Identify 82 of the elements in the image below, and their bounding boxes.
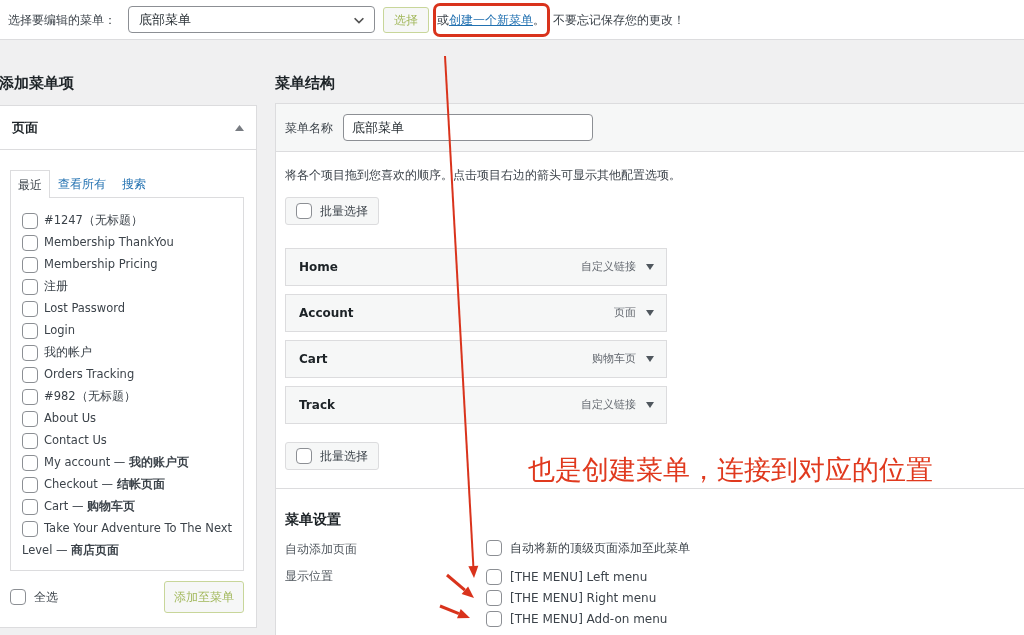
annotation-text: 也是创建菜单，连接到对应的位置 [528,453,933,487]
page-label: 我的帐户 [44,344,92,362]
checkbox[interactable] [22,411,38,427]
field-label: 选择要编辑的菜单： [8,11,116,29]
checkbox[interactable] [22,301,38,317]
page-label: Checkout — 结帐页面 [44,476,165,494]
bulk-select-control[interactable]: 批量选择 [285,197,379,225]
page-label: Contact Us [44,432,107,450]
checkbox[interactable] [22,499,38,515]
checkbox[interactable] [22,323,38,339]
menu-item-type: 页面 [614,304,636,321]
checkbox[interactable] [296,448,312,464]
tab[interactable]: 最近 [10,170,50,198]
page-label: Login [44,322,76,340]
option-label: 自动将新的顶级页面添加至此菜单 [510,539,690,557]
menu-item-bar[interactable]: Home 自定义链接 [285,248,667,286]
checkbox[interactable] [22,279,38,295]
checkbox[interactable] [22,213,38,229]
checkbox[interactable] [10,589,26,605]
checkbox[interactable] [22,235,38,251]
create-menu-link[interactable]: 创建一个新菜单 [449,10,533,29]
caret-icon[interactable] [646,310,654,316]
checkbox[interactable] [486,569,502,586]
menu-item-type: 自定义链接 [581,258,636,275]
menu-item-title: Cart [299,351,328,368]
hint-text: 。 [533,11,545,29]
menu-item-type: 自定义链接 [581,396,636,413]
page-label: Take Your Adventure To The Next [44,520,233,538]
panel-title: 页面 [12,118,38,137]
checkbox[interactable] [486,611,502,628]
page-label: Orders Tracking [44,366,135,384]
checkbox[interactable] [22,521,38,537]
checkbox[interactable] [486,590,502,607]
settings-heading: 菜单设置 [285,511,342,528]
page-label: #982（无标题） [44,388,136,406]
caret-icon[interactable] [646,356,654,362]
option-label: [THE MENU] Left menu [510,569,648,587]
instructions-text: 将各个项目拖到您喜欢的顺序。点击项目右边的箭头可显示其他配置选项。 [285,167,682,184]
setting-label: 自动添加页面 [285,541,357,556]
page-label: My account — 我的账户页 [44,454,189,472]
menu-item-title: Account [299,305,354,322]
checkbox[interactable] [22,257,38,273]
option-label: [THE MENU] Right menu [510,590,657,608]
toggle-icon[interactable] [235,124,244,131]
checkbox[interactable] [22,389,38,405]
checkbox[interactable] [486,539,502,556]
menu-name-field[interactable]: 底部菜单 [343,114,593,141]
page-label: 注册 [44,278,68,296]
page-label: Lost Password [44,300,126,318]
checkbox[interactable] [22,367,38,383]
menu-select[interactable]: 底部菜单 [128,6,375,33]
caret-icon[interactable] [646,402,654,408]
caret-icon[interactable] [646,264,654,270]
bulk-select-control[interactable]: 批量选择 [285,442,379,470]
option-label: [THE MENU] Add-on menu [510,611,668,629]
menu-item-title: Track [299,397,335,414]
hint-text: 不要忘记保存您的更改！ [553,11,685,29]
menu-item-bar[interactable]: Track 自定义链接 [285,386,667,424]
select-all-label: 全选 [34,589,58,606]
checkbox[interactable] [22,455,38,471]
tab[interactable]: 搜索 [114,170,154,197]
menu-item-title: Home [299,259,338,276]
checkbox[interactable] [22,477,38,493]
annotation-arrow [439,604,470,619]
menu-item-type: 购物车页 [592,350,636,367]
tab[interactable]: 查看所有 [50,170,114,197]
setting-label: 显示位置 [285,568,333,583]
menu-item-bar[interactable]: Cart 购物车页 [285,340,667,378]
field-label: 菜单名称 [285,119,333,137]
checkbox[interactable] [22,345,38,361]
hint-text: 或 [437,11,449,29]
page-label: Level — 商店页面 [22,542,120,560]
panel-header[interactable]: 页面 [0,106,256,150]
section-heading: 菜单结构 [275,73,336,94]
page-label: Membership ThankYou [44,234,174,252]
page-label: #1247（无标题） [44,212,143,230]
page-label: Membership Pricing [44,256,158,274]
page-label: About Us [44,410,97,428]
page-label: Cart — 购物车页 [44,498,136,516]
checkbox[interactable] [296,203,312,219]
menu-item-bar[interactable]: Account 页面 [285,294,667,332]
checkbox[interactable] [22,433,38,449]
